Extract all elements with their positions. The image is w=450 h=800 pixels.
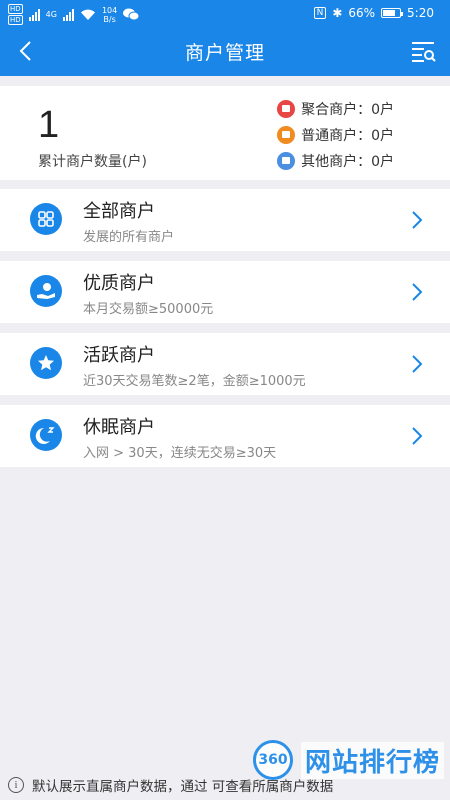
card-active-merchants[interactable]: 活跃商户 近30天交易笔数≥2笔，金额≥1000元 [0, 333, 450, 395]
card-subtitle: 本月交易额≥50000元 [83, 302, 214, 317]
signal-icon [28, 8, 40, 21]
merchant-total-count: 1 [38, 104, 60, 146]
net-speed-value: 104 [101, 5, 118, 15]
money-hand-icon [30, 275, 62, 307]
moon-sleep-icon [30, 419, 62, 451]
nav-bar: 商户管理 [0, 28, 450, 76]
store-icon [277, 100, 296, 118]
legend-aggregate-label: 聚合商户：0户 [301, 102, 394, 118]
watermark: 360 网站排行榜 [253, 740, 445, 780]
card-subtitle: 入网 > 30天，连续无交易≥30天 [83, 446, 277, 461]
legend-other-label: 其他商户：0户 [301, 154, 394, 170]
legend-other: 其他商户：0户 [277, 148, 394, 174]
star-icon [30, 347, 62, 379]
card-title: 全部商户 [83, 201, 155, 222]
page-title: 商户管理 [184, 42, 265, 64]
net-speed: 104 B/s [102, 6, 117, 24]
wifi-icon [80, 9, 95, 20]
legend-aggregate: 聚合商户：0户 [277, 96, 394, 122]
legend-regular: 普通商户：0户 [277, 122, 394, 148]
card-title: 休眠商户 [83, 417, 155, 438]
battery-icon [381, 8, 404, 18]
hd-indicator: HD HD [8, 4, 23, 25]
status-bar: HD HD 4G 104 B/s N ✱ 66% 5:20 [0, 0, 450, 28]
card-subtitle: 发展的所有商户 [83, 230, 175, 245]
list-search-icon [412, 42, 436, 62]
chat-app-icon [123, 8, 140, 21]
card-quality-merchants[interactable]: 优质商户 本月交易额≥50000元 [0, 261, 450, 323]
card-title: 优质商户 [83, 273, 155, 294]
nfc-icon: N [313, 7, 327, 19]
card-dormant-merchants[interactable]: 休眠商户 入网 > 30天，连续无交易≥30天 [0, 405, 450, 467]
net-speed-unit: B/s [103, 14, 116, 24]
merchant-type-legend: 聚合商户：0户 普通商户：0户 其他商户：0户 [277, 96, 394, 174]
status-right-group: N ✱ 66% 5:20 [313, 6, 434, 20]
merchant-total-label: 累计商户数量(户) [38, 154, 147, 170]
watermark-text: 网站排行榜 [301, 741, 445, 779]
signal-icon-2 [62, 8, 74, 21]
merchant-summary-panel: 1 累计商户数量(户) 聚合商户：0户 普通商户：0户 其他商户：0户 [0, 86, 450, 180]
network-type: 4G [45, 10, 57, 19]
store-icon [277, 152, 296, 170]
filter-list-button[interactable] [408, 36, 438, 66]
chevron-right-icon [412, 427, 423, 445]
chevron-right-icon [412, 283, 423, 301]
info-icon: i [8, 777, 24, 793]
card-all-merchants[interactable]: 全部商户 发展的所有商户 [0, 189, 450, 251]
status-left-group: HD HD 4G 104 B/s [8, 4, 140, 25]
clock: 5:20 [407, 6, 434, 20]
card-title: 活跃商户 [83, 345, 155, 366]
battery-percent: 66% [348, 6, 376, 20]
bluetooth-icon: ✱ [332, 6, 343, 20]
store-icon [277, 126, 296, 144]
legend-regular-label: 普通商户：0户 [301, 128, 394, 144]
hd-top-badge: HD [8, 4, 23, 14]
hd-bottom-badge: HD [8, 15, 23, 25]
chevron-right-icon [412, 211, 423, 229]
grid-icon [30, 203, 62, 235]
watermark-badge: 360 [253, 740, 293, 780]
chevron-right-icon [412, 355, 423, 373]
card-subtitle: 近30天交易笔数≥2笔，金额≥1000元 [83, 374, 306, 389]
